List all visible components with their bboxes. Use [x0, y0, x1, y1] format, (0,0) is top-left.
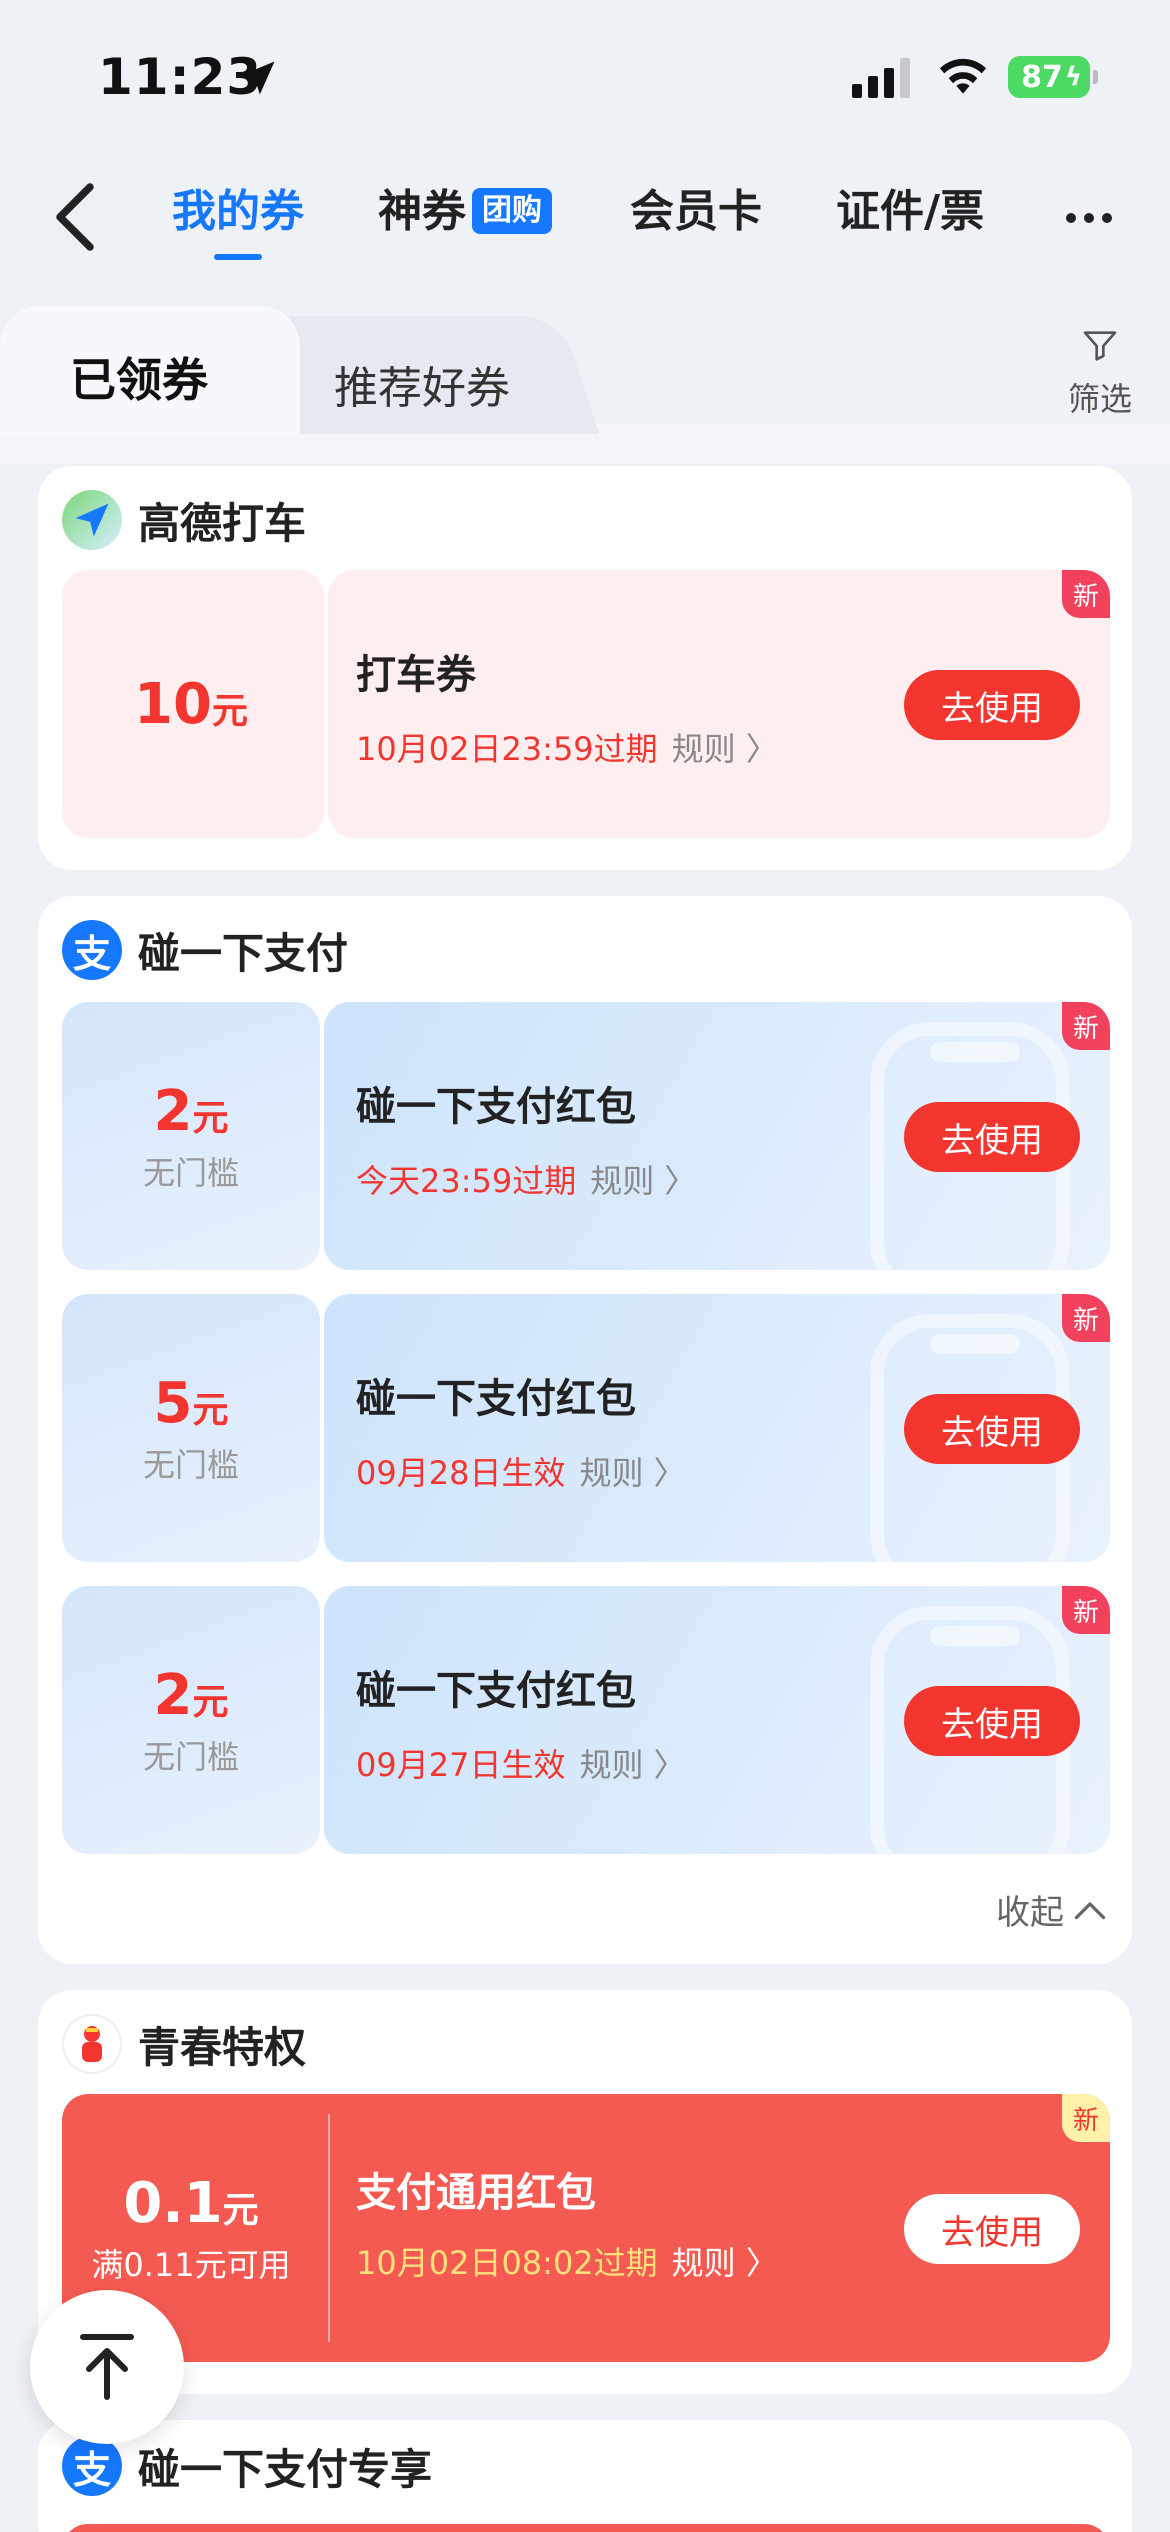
subtab-received[interactable]: 已领券 — [0, 306, 300, 436]
new-tag: 新 — [1062, 1586, 1110, 1634]
new-tag: 新 — [1062, 1294, 1110, 1342]
coupon-card[interactable]: 0.1元 满0.11元可用 支付通用红包 10月02日08:02过期 规则 〉 去… — [62, 2094, 1110, 2362]
coupon-threshold: 满0.11元可用 — [91, 2245, 291, 2284]
alipay-logo-icon: 支 — [62, 2436, 122, 2496]
group-title: 碰一下支付专享 — [138, 2444, 433, 2494]
arrow-up-to-top-icon — [80, 2334, 134, 2400]
coupon-name: 碰一下支付红包 — [356, 1376, 636, 1422]
coupon-group-tap-pay: 支 碰一下支付 2元 无门槛 碰一下支付红包 今天23:59过期 规则 〉 去使用… — [38, 896, 1132, 1964]
collapse-button[interactable]: 收起 — [996, 1885, 1108, 1934]
coupon-group-amap-taxi: 高德打车 10元 打车券 10月02日23:59过期 规则 〉 去使用 新 — [38, 466, 1132, 870]
tab-super-coupons[interactable]: 神券 团购 — [378, 182, 552, 242]
cellular-signal-icon — [852, 58, 910, 98]
use-coupon-button[interactable]: 去使用 — [904, 670, 1080, 740]
use-coupon-button[interactable]: 去使用 — [904, 1686, 1080, 1756]
filter-funnel-icon — [1083, 331, 1117, 361]
coupon-rule-link[interactable]: 规则 〉 — [579, 1746, 685, 1784]
use-coupon-button[interactable]: 去使用 — [904, 2194, 1080, 2264]
use-coupon-button[interactable]: 去使用 — [904, 1102, 1080, 1172]
coupon-name: 支付通用红包 — [356, 2170, 596, 2216]
coupon-threshold: 无门槛 — [142, 1153, 239, 1192]
wifi-icon — [939, 58, 987, 94]
coupon-threshold: 无门槛 — [142, 1737, 239, 1776]
coupon-rule-link[interactable]: 规则 〉 — [590, 1162, 696, 1200]
subtab-recommended[interactable]: 推荐好券 — [334, 352, 510, 416]
alipay-logo-icon: 支 — [62, 920, 122, 980]
coupon-name: 碰一下支付红包 — [356, 1668, 636, 1714]
new-tag: 新 — [1062, 570, 1110, 618]
coupon-amount: 10元 — [134, 671, 248, 737]
coupon-amount: 2元 无门槛 — [142, 1078, 239, 1192]
coupon-amount: 2元 无门槛 — [142, 1662, 239, 1776]
tab-id-tickets[interactable]: 证件/票 — [836, 182, 984, 242]
coupon-subtabs: 推荐好券 已领券 筛选 — [0, 306, 1170, 464]
coupon-card[interactable]: 10元 打车券 10月02日23:59过期 规则 〉 去使用 新 — [62, 570, 1110, 838]
group-title: 高德打车 — [138, 498, 307, 548]
back-chevron-icon[interactable] — [50, 182, 100, 252]
youth-privilege-logo-icon — [62, 2014, 122, 2074]
group-title: 青春特权 — [138, 2022, 307, 2072]
coupon-expiry: 09月27日生效 — [356, 1746, 566, 1784]
coupon-card[interactable]: 2元 无门槛 碰一下支付红包 09月27日生效 规则 〉 去使用 新 — [62, 1586, 1110, 1854]
new-tag: 新 — [1062, 1002, 1110, 1050]
amap-logo-icon — [62, 490, 122, 550]
back-to-top-button[interactable] — [30, 2290, 184, 2444]
group-title: 碰一下支付 — [138, 928, 349, 978]
coupon-expiry: 10月02日08:02过期 — [356, 2244, 658, 2282]
more-options-icon[interactable] — [1066, 208, 1122, 224]
location-arrow-icon — [241, 61, 275, 95]
coupon-expiry: 09月28日生效 — [356, 1454, 566, 1492]
tab-membership-card[interactable]: 会员卡 — [630, 182, 762, 242]
coupon-amount: 5元 无门槛 — [142, 1370, 239, 1484]
battery-indicator: 87 ϟ — [1008, 56, 1098, 98]
top-nav: 我的券 神券 团购 会员卡 证件/票 — [0, 160, 1170, 280]
coupon-group-tap-pay-exclusive: 支 碰一下支付专享 — [38, 2420, 1132, 2532]
coupon-card-partial — [62, 2524, 1110, 2532]
filter-button[interactable]: 筛选 — [1060, 326, 1140, 426]
coupon-threshold: 无门槛 — [142, 1445, 239, 1484]
coupon-rule-link[interactable]: 规则 〉 — [579, 1454, 685, 1492]
new-tag: 新 — [1062, 2094, 1110, 2142]
tab-my-coupons[interactable]: 我的券 — [172, 182, 304, 260]
status-bar: 11:23 87 ϟ — [0, 0, 1170, 150]
chevron-up-icon — [1074, 1901, 1106, 1919]
coupon-name: 打车券 — [356, 652, 476, 698]
coupon-group-youth-privilege: 青春特权 0.1元 满0.11元可用 支付通用红包 10月02日08:02过期规… — [38, 1990, 1132, 2394]
group-buy-badge: 团购 — [472, 188, 552, 234]
coupon-rule-link[interactable]: 规则 〉 — [672, 730, 778, 768]
coupon-rule-link[interactable]: 规则 〉 — [672, 2244, 778, 2282]
coupon-name: 碰一下支付红包 — [356, 1084, 636, 1130]
coupon-expiry: 今天23:59过期 — [356, 1162, 577, 1200]
battery-level: 87 — [1021, 59, 1063, 95]
coupon-card[interactable]: 5元 无门槛 碰一下支付红包 09月28日生效 规则 〉 去使用 新 — [62, 1294, 1110, 1562]
coupon-card[interactable]: 2元 无门槛 碰一下支付红包 今天23:59过期 规则 〉 去使用 新 — [62, 1002, 1110, 1270]
use-coupon-button[interactable]: 去使用 — [904, 1394, 1080, 1464]
charging-bolt-icon: ϟ — [1064, 62, 1082, 92]
coupon-expiry: 10月02日23:59过期 — [356, 730, 658, 768]
